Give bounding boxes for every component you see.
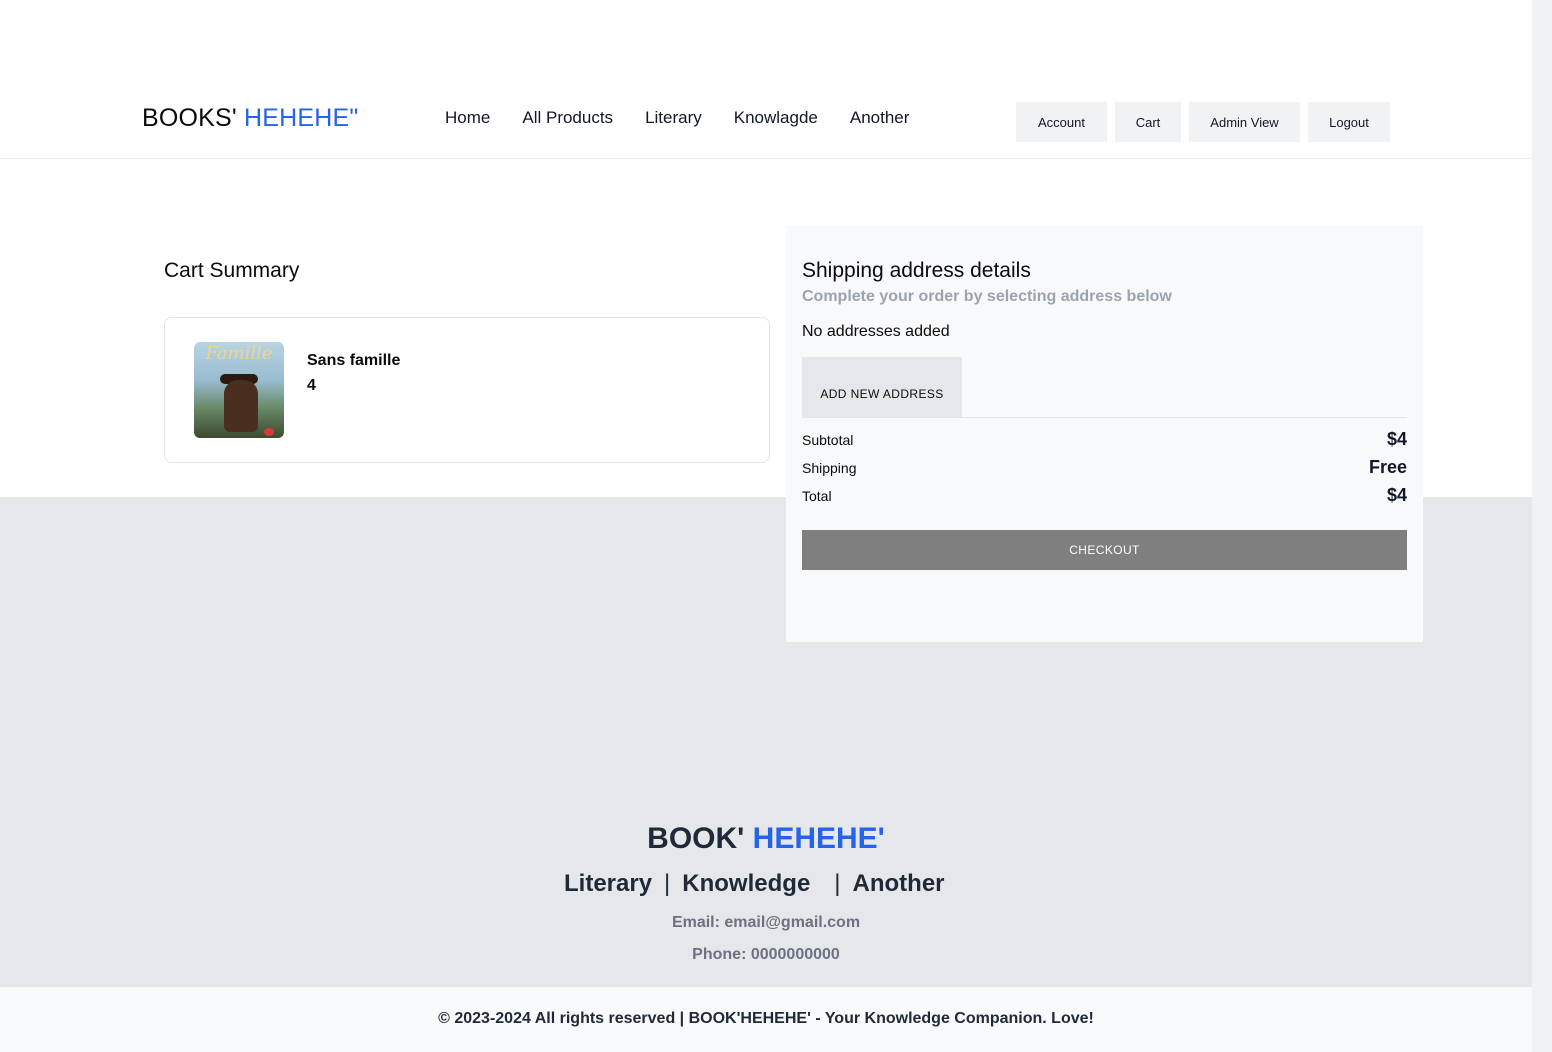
footer-email: Email: email@gmail.com — [671, 914, 861, 931]
shipping-label: Shipping — [802, 460, 857, 476]
total-value: $4 — [1386, 485, 1407, 505]
item-quantity: 4 — [307, 377, 316, 394]
shipping-subtitle: Complete your order by selecting address… — [802, 288, 1172, 305]
copyright-text: © 2023-2024 All rights reserved | BOOK'H… — [438, 1010, 1094, 1027]
subtotal-label: Subtotal — [802, 432, 854, 448]
footer-logo[interactable]: BOOK' HEHEHE' — [0, 822, 1532, 856]
book-cover-image[interactable]: Famille — [194, 342, 284, 438]
nav-knowlagde[interactable]: Knowlagde — [734, 108, 818, 128]
cover-figure-shape — [224, 380, 258, 432]
nav-literary[interactable]: Literary — [645, 108, 702, 128]
cart-summary-title: Cart Summary — [164, 259, 300, 282]
logout-button[interactable]: Logout — [1308, 102, 1390, 142]
cart-button[interactable]: Cart — [1115, 102, 1181, 142]
footer-logo-accent: HEHEHE' — [752, 822, 885, 855]
nav-all-products[interactable]: All Products — [522, 108, 613, 128]
nav-another[interactable]: Another — [850, 108, 910, 128]
summary-divider — [802, 417, 1407, 418]
footer-link-another[interactable]: Another — [853, 870, 945, 898]
footer-links: Literary | Knowledge | Another — [564, 870, 945, 898]
footer-separator: | — [664, 870, 671, 897]
account-button[interactable]: Account — [1016, 102, 1107, 142]
shipping-panel: Shipping address details Complete your o… — [786, 226, 1423, 642]
shipping-row: Shipping Free — [802, 455, 1407, 479]
subtotal-value: $4 — [1386, 429, 1407, 449]
page-scrollbar[interactable] — [1532, 0, 1552, 1052]
logo-text-accent: HEHEHE" — [244, 104, 359, 132]
cart-item-card: Famille Sans famille 4 — [164, 317, 770, 463]
top-header: BOOKS' HEHEHE" Home All Products Literar… — [0, 0, 1532, 159]
cover-badge-shape — [264, 428, 274, 436]
subtotal-row: Subtotal $4 — [802, 427, 1407, 451]
main-nav: Home All Products Literary Knowlagde Ano… — [445, 108, 909, 128]
logo-text-primary: BOOKS' — [142, 104, 237, 132]
shipping-value: Free — [1368, 457, 1407, 477]
footer-logo-primary: BOOK' — [647, 822, 745, 855]
total-row: Total $4 — [802, 483, 1407, 507]
item-title[interactable]: Sans famille — [307, 352, 400, 370]
footer-link-knowledge[interactable]: Knowledge — [682, 870, 810, 898]
book-cover-title: Famille — [205, 343, 273, 364]
total-label: Total — [802, 488, 832, 504]
no-address-message: No addresses added — [802, 323, 950, 340]
nav-home[interactable]: Home — [445, 108, 490, 128]
site-logo[interactable]: BOOKS' HEHEHE" — [142, 104, 359, 133]
page: BOOKS' HEHEHE" Home All Products Literar… — [0, 0, 1552, 1052]
footer-phone: Phone: 0000000000 — [692, 946, 840, 963]
checkout-button[interactable]: CHECKOUT — [802, 530, 1407, 570]
footer-link-literary[interactable]: Literary — [564, 870, 652, 898]
add-new-address-button[interactable]: ADD NEW ADDRESS — [802, 357, 962, 417]
shipping-title: Shipping address details — [802, 259, 1031, 282]
admin-view-button[interactable]: Admin View — [1189, 102, 1300, 142]
footer-separator: | — [834, 870, 841, 897]
